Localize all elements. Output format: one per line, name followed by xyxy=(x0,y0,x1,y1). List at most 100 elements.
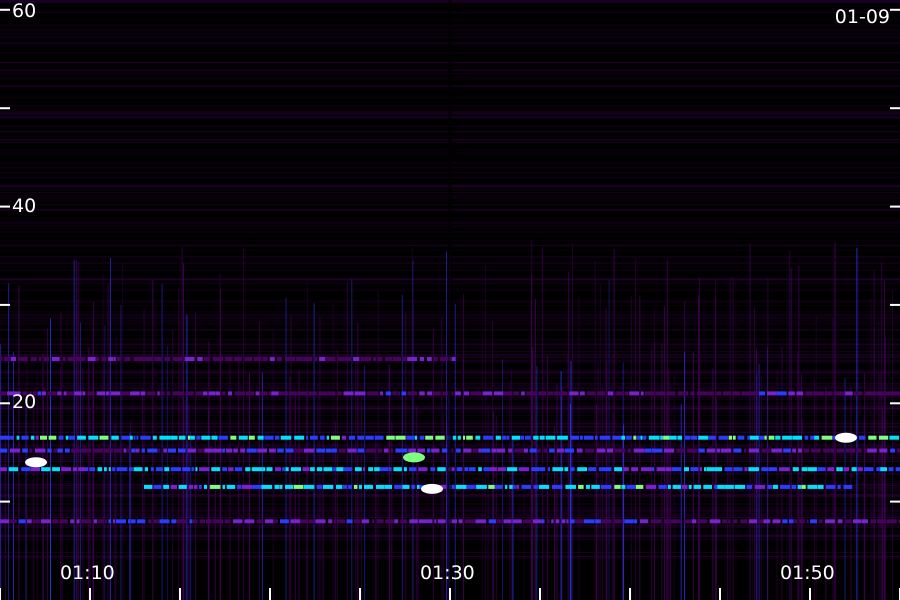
y-tick-left xyxy=(0,500,10,503)
noise-streak xyxy=(712,368,714,600)
band-segment xyxy=(99,435,109,440)
band-segment xyxy=(30,435,35,440)
band-segment xyxy=(503,391,513,396)
band-segment xyxy=(197,357,203,361)
band-segment xyxy=(707,391,714,396)
band-segment xyxy=(95,357,100,361)
band-segment xyxy=(807,484,817,489)
x-tick xyxy=(0,588,1,600)
noise-streak xyxy=(605,307,607,600)
noise-streak xyxy=(863,420,865,600)
band-segment xyxy=(353,357,360,361)
band-segment xyxy=(807,467,817,472)
band-segment xyxy=(407,357,417,361)
band-segment xyxy=(566,519,569,524)
noise-streak xyxy=(512,435,514,600)
band-segment xyxy=(509,484,513,489)
band-segment xyxy=(22,448,28,453)
band-segment xyxy=(495,435,501,440)
band-segment xyxy=(184,357,195,361)
band-segment xyxy=(431,448,440,453)
band-segment xyxy=(434,519,437,524)
band-segment xyxy=(771,448,783,453)
band-segment xyxy=(845,448,856,453)
band-segment xyxy=(62,357,66,361)
band-segment xyxy=(199,519,205,524)
noise-streak xyxy=(361,393,363,600)
band-segment xyxy=(285,467,289,472)
band-segment xyxy=(81,448,92,453)
hotspot xyxy=(403,452,425,463)
band-segment xyxy=(876,391,885,396)
hotspot xyxy=(25,457,47,468)
band-segment xyxy=(209,484,221,489)
band-segment xyxy=(238,435,248,440)
band-segment xyxy=(880,467,887,472)
band-segment xyxy=(279,484,283,489)
band-segment xyxy=(144,467,149,472)
band-segment xyxy=(328,519,333,524)
noise-streak xyxy=(751,381,753,600)
band-segment xyxy=(266,467,273,472)
band-segment xyxy=(72,467,78,472)
band-segment xyxy=(228,467,234,472)
noise-streak xyxy=(402,388,403,600)
noise-streak xyxy=(129,432,131,600)
band-segment xyxy=(433,391,441,396)
band-segment xyxy=(408,448,416,453)
band-segment xyxy=(640,435,643,440)
band-segment xyxy=(376,519,384,524)
band-segment xyxy=(394,484,403,489)
noise-streak xyxy=(377,290,379,600)
band-segment xyxy=(780,484,791,489)
band-segment xyxy=(274,484,280,489)
band-segment xyxy=(511,435,521,440)
band-segment xyxy=(105,391,110,396)
band-segment xyxy=(821,435,833,440)
band-segment xyxy=(857,467,863,472)
band-segment xyxy=(455,391,461,396)
band-segment xyxy=(213,448,222,453)
band-segment xyxy=(340,519,346,524)
band-segment xyxy=(793,519,798,524)
band-segment xyxy=(275,467,282,472)
band-segment xyxy=(684,435,691,440)
band-segment xyxy=(201,435,211,440)
band-segment xyxy=(513,391,519,396)
band-segment xyxy=(41,467,51,472)
noise-streak xyxy=(104,325,106,600)
band-segment xyxy=(623,467,629,472)
band-segment xyxy=(772,484,779,489)
band-segment xyxy=(121,391,130,396)
noise-streak xyxy=(789,250,791,600)
noise-streak xyxy=(758,363,760,600)
band-segment xyxy=(92,448,104,453)
band-segment xyxy=(394,519,399,524)
band-segment xyxy=(660,435,663,440)
band-segment xyxy=(864,467,874,472)
band-segment xyxy=(456,467,463,472)
band-segment xyxy=(633,435,637,440)
band-segment xyxy=(67,357,76,361)
band-segment xyxy=(390,448,394,453)
noise-streak xyxy=(166,346,168,600)
band-segment xyxy=(429,519,433,524)
band-segment xyxy=(851,467,857,472)
band-segment xyxy=(276,357,282,361)
band-segment xyxy=(41,391,46,396)
noise-streak xyxy=(484,265,486,600)
band-segment xyxy=(141,448,145,453)
band-segment xyxy=(167,448,177,453)
band-segment xyxy=(614,448,626,453)
band-segment xyxy=(35,448,46,453)
band-segment xyxy=(419,391,425,396)
band-segment xyxy=(818,519,823,524)
band-segment xyxy=(414,435,418,440)
band-segment xyxy=(212,357,224,361)
band-segment xyxy=(452,435,457,440)
y-tick-label: 20 xyxy=(12,391,37,414)
band-segment xyxy=(867,448,877,453)
noise-streak xyxy=(388,364,390,600)
band-segment xyxy=(561,519,566,524)
band-segment xyxy=(364,484,373,489)
